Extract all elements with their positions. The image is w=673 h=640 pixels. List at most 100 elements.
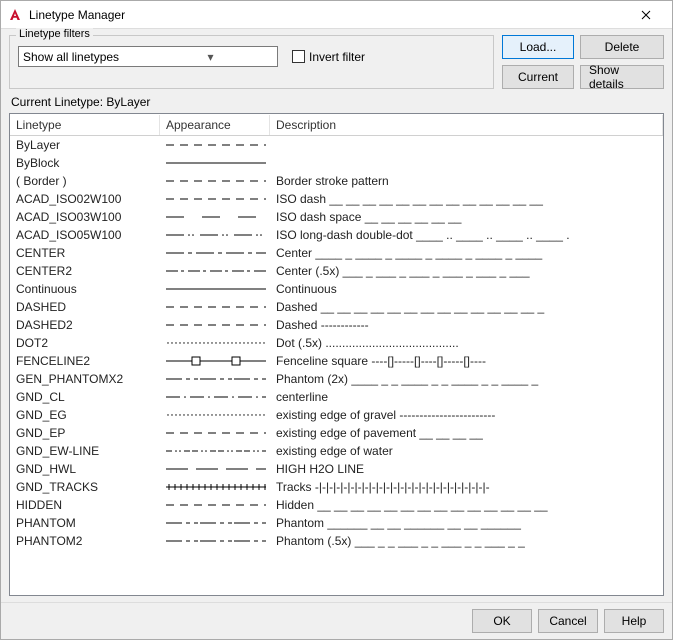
help-button[interactable]: Help	[604, 609, 664, 633]
table-row[interactable]: DASHED Dashed __ __ __ __ __ __ __ __ __ …	[10, 298, 663, 316]
cell-appearance	[160, 318, 270, 332]
cell-description: Tracks -|-|-|-|-|-|-|-|-|-|-|-|-|-|-|-|-…	[270, 479, 663, 495]
delete-button[interactable]: Delete	[580, 35, 664, 59]
table-row[interactable]: ( Border )Border stroke pattern	[10, 172, 663, 190]
cell-description: Center (.5x) ___ _ ___ _ ___ _ ___ _ ___…	[270, 263, 663, 279]
table-row[interactable]: ByBlock	[10, 154, 663, 172]
table-row[interactable]: GND_HWLHIGH H2O LINE	[10, 460, 663, 478]
cell-appearance	[160, 300, 270, 314]
window-title: Linetype Manager	[29, 8, 626, 22]
cell-linetype-name: FENCELINE2	[10, 353, 160, 369]
table-row[interactable]: PHANTOM2Phantom (.5x) ___ _ _ ___ _ _ __…	[10, 532, 663, 550]
col-description[interactable]: Description	[270, 115, 663, 135]
cell-description: existing edge of gravel ----------------…	[270, 407, 663, 423]
cell-linetype-name: ACAD_ISO03W100	[10, 209, 160, 225]
cell-appearance	[160, 156, 270, 170]
current-button[interactable]: Current	[502, 65, 574, 89]
show-details-button[interactable]: Show details	[580, 65, 664, 89]
cell-description: Dashed ------------	[270, 317, 663, 333]
cell-description: Hidden __ __ __ __ __ __ __ __ __ __ __ …	[270, 497, 663, 513]
cell-description: centerline	[270, 389, 663, 405]
cell-linetype-name: GND_EG	[10, 407, 160, 423]
current-linetype-label: Current Linetype:	[11, 95, 103, 109]
cell-appearance	[160, 354, 270, 368]
cell-description: existing edge of water	[270, 443, 663, 459]
cell-appearance	[160, 426, 270, 440]
chevron-down-icon: ▾	[148, 50, 273, 64]
side-buttons: Load... Delete Current Show details	[502, 35, 664, 89]
cell-linetype-name: CENTER2	[10, 263, 160, 279]
table-row[interactable]: ByLayer	[10, 136, 663, 154]
cell-description: Continuous	[270, 281, 663, 297]
titlebar: Linetype Manager	[1, 1, 672, 29]
cell-linetype-name: ByLayer	[10, 137, 160, 153]
current-linetype-status: Current Linetype: ByLayer	[1, 93, 672, 113]
cell-appearance	[160, 246, 270, 260]
cell-appearance	[160, 444, 270, 458]
table-row[interactable]: FENCELINE2 Fenceline square ----[]-----[]…	[10, 352, 663, 370]
table-row[interactable]: GND_TRACKS Tracks -|-|-|-|-|-|-|-|-|-|-|-…	[10, 478, 663, 496]
table-row[interactable]: ACAD_ISO02W100 ISO dash __ __ __ __ __ __…	[10, 190, 663, 208]
cell-linetype-name: DASHED	[10, 299, 160, 315]
table-row[interactable]: DOT2Dot (.5x) ..........................…	[10, 334, 663, 352]
cell-appearance	[160, 390, 270, 404]
list-header: Linetype Appearance Description	[10, 114, 663, 136]
cell-appearance	[160, 462, 270, 476]
cell-description: ISO dash __ __ __ __ __ __ __ __ __ __ _…	[270, 191, 663, 207]
table-row[interactable]: DASHED2 Dashed ------------	[10, 316, 663, 334]
table-row[interactable]: GND_EW-LINEexisting edge of water	[10, 442, 663, 460]
table-row[interactable]: Continuous Continuous	[10, 280, 663, 298]
filter-dropdown[interactable]: Show all linetypes ▾	[18, 46, 278, 67]
cell-appearance	[160, 228, 270, 242]
cell-linetype-name: GND_TRACKS	[10, 479, 160, 495]
table-row[interactable]: GND_CLcenterline	[10, 388, 663, 406]
table-row[interactable]: PHANTOM Phantom ______ __ __ ______ __ __…	[10, 514, 663, 532]
cell-linetype-name: GEN_PHANTOMX2	[10, 371, 160, 387]
cell-linetype-name: ACAD_ISO02W100	[10, 191, 160, 207]
close-button[interactable]	[626, 7, 666, 23]
invert-filter-checkbox[interactable]: Invert filter	[292, 50, 365, 64]
cell-linetype-name: PHANTOM	[10, 515, 160, 531]
cell-description: Phantom (.5x) ___ _ _ ___ _ _ ___ _ _ __…	[270, 533, 663, 549]
cell-description: existing edge of pavement __ __ __ __	[270, 425, 663, 441]
table-row[interactable]: ACAD_ISO03W100 ISO dash space __ __ __ __…	[10, 208, 663, 226]
cell-appearance	[160, 138, 270, 152]
checkbox-box	[292, 50, 305, 63]
load-button[interactable]: Load...	[502, 35, 574, 59]
cell-description: Fenceline square ----[]-----[]----[]----…	[270, 353, 663, 369]
cell-appearance	[160, 372, 270, 386]
cell-appearance	[160, 336, 270, 350]
cell-description: ISO dash space __ __ __ __ __ __	[270, 209, 663, 225]
cell-appearance	[160, 516, 270, 530]
cell-linetype-name: Continuous	[10, 281, 160, 297]
cell-description	[270, 162, 663, 164]
table-row[interactable]: HIDDENHidden __ __ __ __ __ __ __ __ __ …	[10, 496, 663, 514]
cell-description: Phantom (2x) ____ _ _ ____ _ _ ____ _ _ …	[270, 371, 663, 387]
invert-filter-label: Invert filter	[309, 50, 365, 64]
cell-description: Phantom ______ __ __ ______ __ __ ______	[270, 515, 663, 531]
table-row[interactable]: CENTER2 Center (.5x) ___ _ ___ _ ___ _ __…	[10, 262, 663, 280]
cancel-button[interactable]: Cancel	[538, 609, 598, 633]
upper-panel: Linetype filters Show all linetypes ▾ In…	[1, 29, 672, 93]
table-row[interactable]: GEN_PHANTOMX2 Phantom (2x) ____ _ _ ____ …	[10, 370, 663, 388]
cell-description: Border stroke pattern	[270, 173, 663, 189]
linetype-filters-group: Linetype filters Show all linetypes ▾ In…	[9, 35, 494, 89]
cell-linetype-name: DOT2	[10, 335, 160, 351]
cell-appearance	[160, 498, 270, 512]
filter-dropdown-value: Show all linetypes	[23, 50, 148, 64]
col-appearance[interactable]: Appearance	[160, 115, 270, 135]
ok-button[interactable]: OK	[472, 609, 532, 633]
table-row[interactable]: CENTERCenter ____ _ ____ _ ____ _ ____ _…	[10, 244, 663, 262]
cell-description: Dashed __ __ __ __ __ __ __ __ __ __ __ …	[270, 299, 663, 315]
table-row[interactable]: GND_EP existing edge of pavement __ __ _…	[10, 424, 663, 442]
cell-appearance	[160, 534, 270, 548]
table-row[interactable]: ACAD_ISO05W100ISO long-dash double-dot _…	[10, 226, 663, 244]
linetype-manager-dialog: Linetype Manager Linetype filters Show a…	[0, 0, 673, 640]
list-body[interactable]: ByLayerByBlock( Border )Border stroke pa…	[10, 136, 663, 595]
table-row[interactable]: GND_EG existing edge of gravel ---------…	[10, 406, 663, 424]
cell-linetype-name: GND_HWL	[10, 461, 160, 477]
cell-appearance	[160, 174, 270, 188]
cell-description	[270, 144, 663, 146]
cell-linetype-name: DASHED2	[10, 317, 160, 333]
col-linetype[interactable]: Linetype	[10, 115, 160, 135]
